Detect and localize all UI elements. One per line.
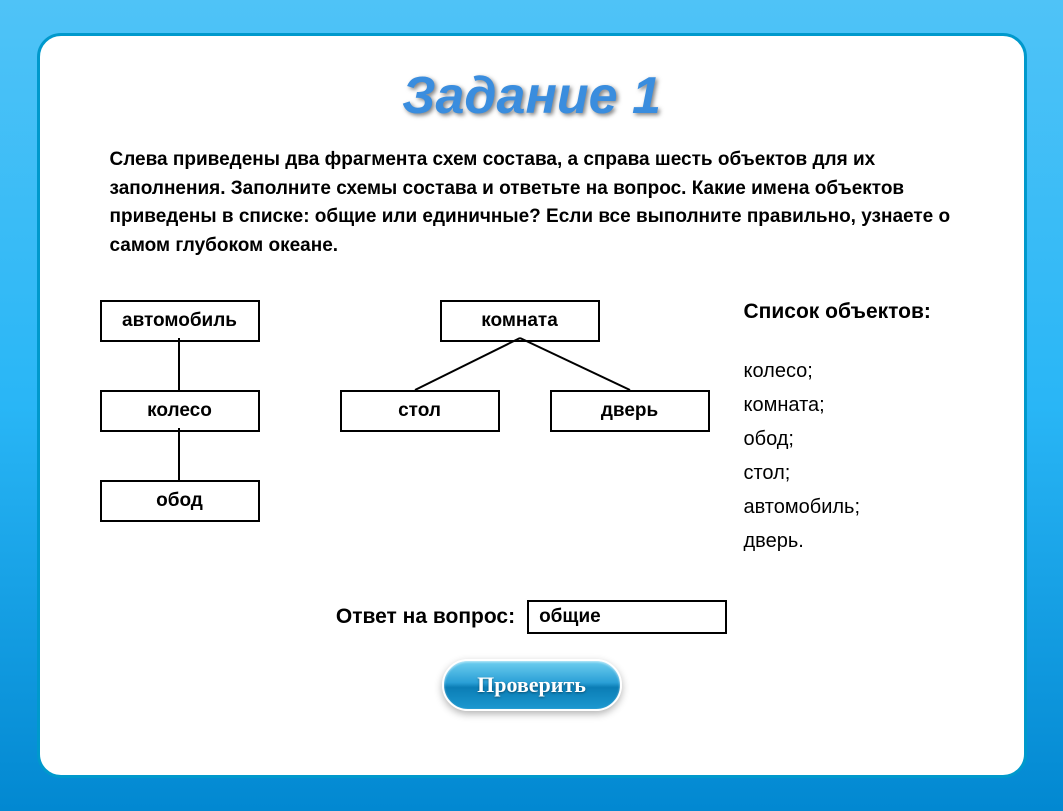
- check-button[interactable]: Проверить: [442, 659, 622, 711]
- task-panel: Задание 1 Слева приведены два фрагмента …: [37, 33, 1027, 778]
- connector-line: [178, 338, 180, 390]
- diagram-area: автомобиль колесо обод комната стол двер…: [90, 300, 714, 580]
- task-instructions: Слева приведены два фрагмента схем соста…: [80, 146, 984, 260]
- answer-input[interactable]: [527, 600, 727, 634]
- content-area: автомобиль колесо обод комната стол двер…: [80, 300, 984, 580]
- diagram-node-auto[interactable]: автомобиль: [100, 300, 260, 342]
- diagram-node-dver[interactable]: дверь: [550, 390, 710, 432]
- connector-line: [178, 428, 180, 480]
- object-sidebar: Список объектов: колесо; комната; обод; …: [744, 300, 974, 580]
- answer-row: Ответ на вопрос:: [80, 600, 984, 634]
- task-title: Задание 1: [80, 66, 984, 126]
- list-item[interactable]: обод;: [744, 422, 974, 456]
- answer-label: Ответ на вопрос:: [336, 605, 515, 629]
- list-item[interactable]: стол;: [744, 456, 974, 490]
- list-item[interactable]: дверь.: [744, 524, 974, 558]
- sidebar-title: Список объектов:: [744, 300, 974, 324]
- diagram-node-stol[interactable]: стол: [340, 390, 500, 432]
- connector-branches: [340, 336, 710, 394]
- object-list: колесо; комната; обод; стол; автомобиль;…: [744, 354, 974, 558]
- list-item[interactable]: комната;: [744, 388, 974, 422]
- diagram-node-obod[interactable]: обод: [100, 480, 260, 522]
- diagram-node-koleso[interactable]: колесо: [100, 390, 260, 432]
- list-item[interactable]: автомобиль;: [744, 490, 974, 524]
- list-item[interactable]: колесо;: [744, 354, 974, 388]
